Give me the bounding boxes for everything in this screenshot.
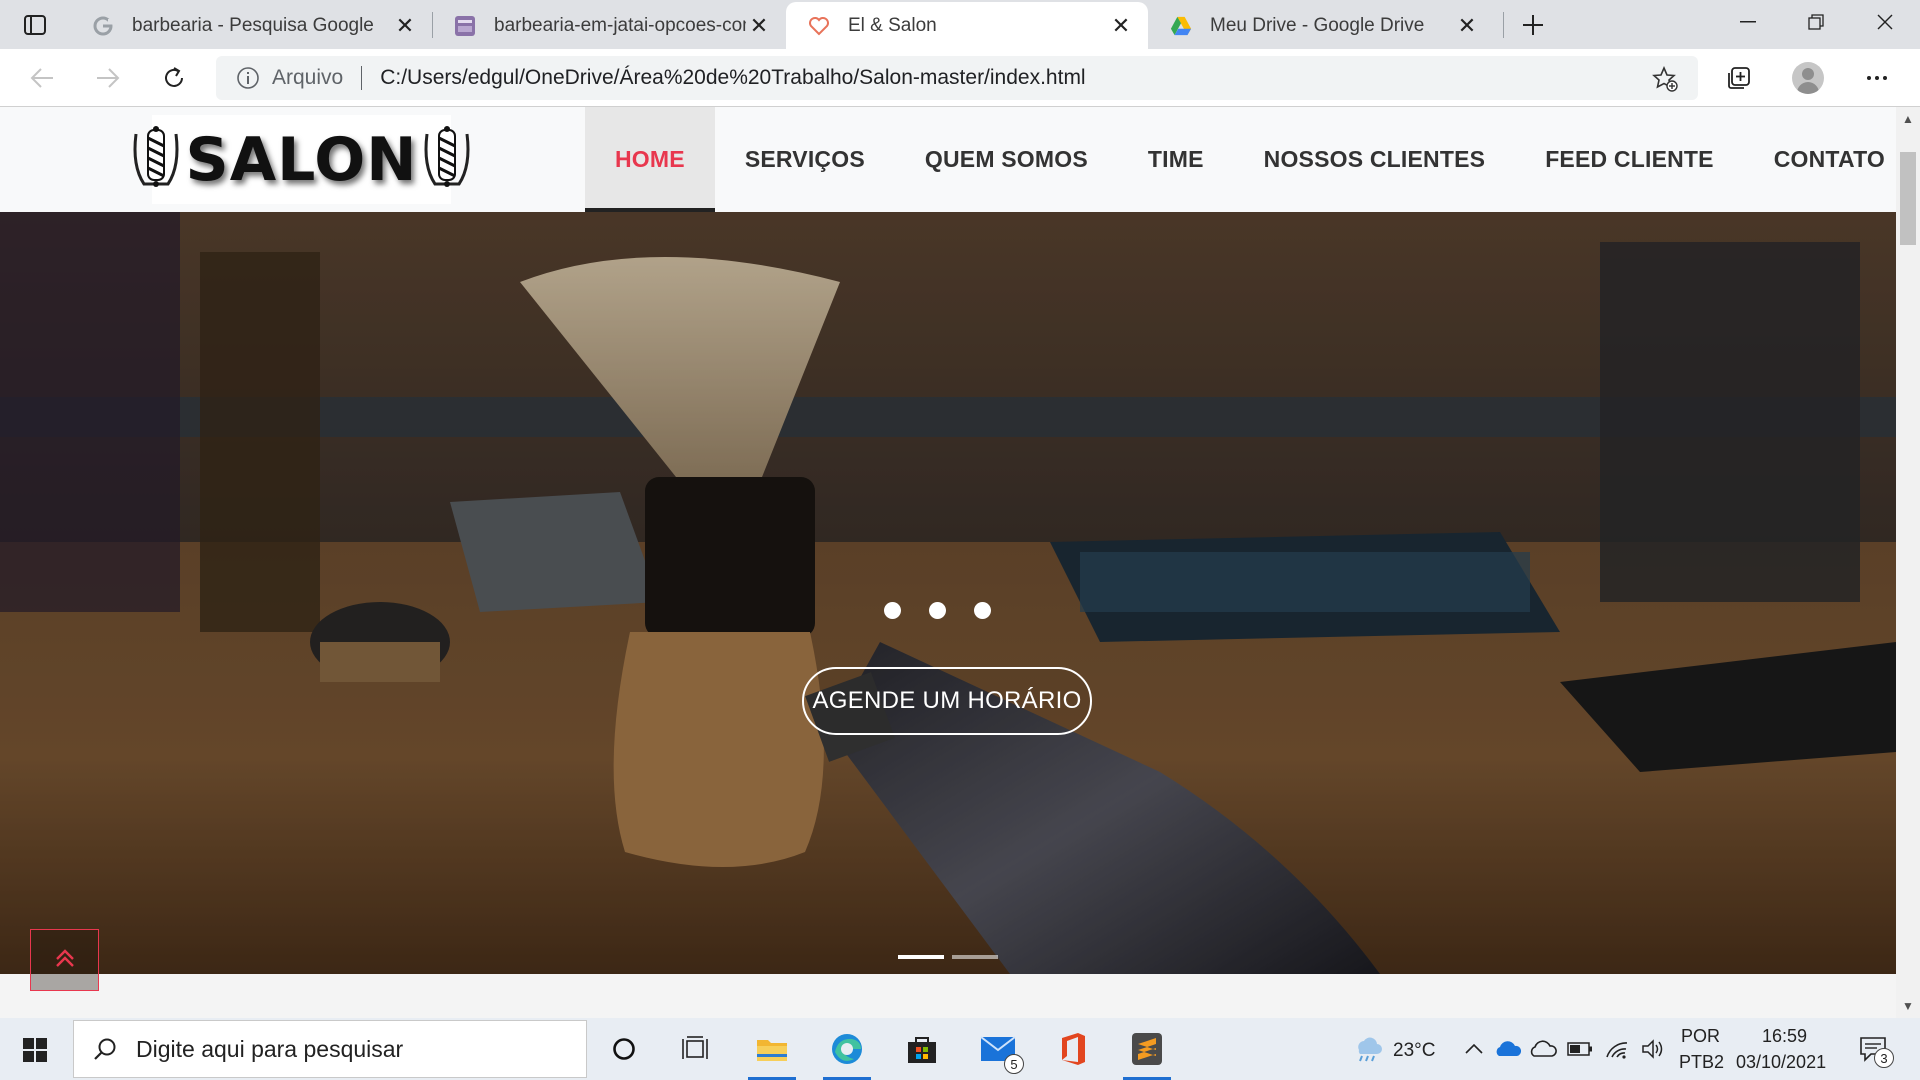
browser-tab-bar: barbearia - Pesquisa Google ✕ barbearia-… [0,0,1920,49]
close-tab-icon[interactable]: ✕ [1108,13,1134,39]
hero-dark-overlay [0,212,1896,974]
keyboard-layout[interactable]: PTB2 [1679,1052,1724,1073]
nav-time[interactable]: TIME [1118,107,1234,212]
notification-count: 3 [1874,1048,1894,1068]
tab-barbearia-site[interactable]: barbearia-em-jatai-opcoes-com- ✕ [432,2,786,49]
file-protocol-label: Arquivo [272,66,344,89]
cloud-outline-icon[interactable] [1529,1036,1557,1062]
more-options-icon[interactable] [1857,58,1897,98]
clock-date[interactable]: 03/10/2021 [1736,1052,1826,1073]
address-bar[interactable]: Arquivo C:/Users/edgul/OneDrive/Área%20d… [216,56,1698,100]
language-indicator[interactable]: POR [1681,1026,1720,1047]
weather-rain-icon[interactable] [1350,1036,1384,1062]
close-tab-icon[interactable]: ✕ [392,13,418,39]
carousel-dot[interactable] [974,602,991,619]
wifi-icon[interactable] [1603,1036,1631,1062]
nav-quem-somos[interactable]: QUEM SOMOS [895,107,1118,212]
info-icon[interactable] [234,64,262,92]
edge-icon[interactable] [817,1024,877,1080]
browser-toolbar: Arquivo C:/Users/edgul/OneDrive/Área%20d… [0,49,1920,107]
tab-google-drive[interactable]: Meu Drive - Google Drive ✕ [1148,2,1494,49]
avatar-icon [1792,62,1824,94]
profile-avatar[interactable] [1788,58,1828,98]
restore-icon[interactable] [1783,0,1849,44]
double-chevron-up-icon [54,948,76,973]
page-scrollbar[interactable]: ▲ ▼ [1896,107,1920,1018]
site-header: SALON HOME SERVIÇOS QUEM SOMOS TIME NOSS… [0,107,1896,212]
close-window-icon[interactable] [1852,0,1918,44]
store-bag-icon[interactable] [892,1024,952,1074]
new-tab-button[interactable] [1516,8,1550,42]
volume-icon[interactable] [1639,1036,1667,1062]
mail-icon[interactable]: 5 [968,1024,1028,1074]
sublime-icon[interactable] [1117,1024,1177,1080]
tab-actions-icon[interactable] [16,10,54,40]
cortana-circle-icon[interactable] [594,1024,654,1074]
nav-feed-cliente[interactable]: FEED CLIENTE [1515,107,1744,212]
add-favorite-icon[interactable] [1650,64,1680,94]
back-to-top-button[interactable] [30,929,99,991]
main-nav: HOME SERVIÇOS QUEM SOMOS TIME NOSSOS CLI… [585,107,1915,212]
office-icon[interactable] [1043,1024,1103,1074]
salon-logo[interactable]: SALON [133,115,470,204]
tab-google-search[interactable]: barbearia - Pesquisa Google ✕ [70,2,432,49]
slide-indicator-2[interactable] [952,955,998,959]
tab-separator [1503,12,1504,38]
task-view-icon[interactable] [665,1024,725,1074]
minimize-icon[interactable] [1715,0,1781,44]
site-favicon-icon [454,15,476,37]
taskbar-search-box[interactable]: Digite aqui para pesquisar [73,1020,587,1078]
book-appointment-button[interactable]: AGENDE UM HORÁRIO [802,667,1092,735]
tab-title: Meu Drive - Google Drive [1210,14,1425,36]
slide-indicators [898,955,998,959]
google-g-icon [92,15,114,37]
carousel-dot[interactable] [929,602,946,619]
address-separator [361,66,363,90]
back-arrow-icon[interactable] [22,58,62,98]
google-drive-icon [1170,15,1192,37]
tab-title: barbearia-em-jatai-opcoes-com- [494,14,746,36]
nav-home[interactable]: HOME [585,107,715,212]
page-viewport: SALON HOME SERVIÇOS QUEM SOMOS TIME NOSS… [0,107,1920,1018]
mail-badge: 5 [1004,1054,1024,1074]
close-tab-icon[interactable]: ✕ [746,13,772,39]
collections-icon[interactable] [1719,58,1759,98]
hero-banner: AGENDE UM HORÁRIO [0,212,1896,974]
reload-icon[interactable] [154,58,194,98]
scroll-up-arrow-icon[interactable]: ▲ [1902,112,1914,126]
logo-text: SALON [185,124,418,195]
search-icon [90,1034,120,1064]
slide-indicator-1[interactable] [898,955,944,959]
barber-pole-icon [130,126,182,193]
nav-nossos-clientes[interactable]: NOSSOS CLIENTES [1234,107,1516,212]
scroll-down-arrow-icon[interactable]: ▼ [1902,999,1914,1013]
scrollbar-thumb[interactable] [1900,152,1916,245]
url-text[interactable]: C:/Users/edgul/OneDrive/Área%20de%20Trab… [380,66,1085,90]
notifications-icon[interactable]: 3 [1856,1036,1894,1068]
nav-servicos[interactable]: SERVIÇOS [715,107,895,212]
onedrive-cloud-icon[interactable] [1494,1036,1522,1062]
clock-time[interactable]: 16:59 [1762,1026,1807,1047]
tab-title: El & Salon [848,14,937,36]
carousel-dot[interactable] [884,602,901,619]
nav-contato[interactable]: CONTATO [1744,107,1915,212]
windows-taskbar: Digite aqui para pesquisar 5 23°C POR PT… [0,1018,1920,1080]
close-tab-icon[interactable]: ✕ [1454,13,1480,39]
barber-pole-icon [421,126,473,193]
carousel-dots [884,602,991,619]
forward-arrow-icon[interactable] [88,58,128,98]
chevron-up-icon[interactable] [1460,1036,1488,1062]
heart-favicon-icon [808,15,830,37]
battery-icon[interactable] [1566,1036,1594,1062]
windows-start-icon[interactable] [12,1030,58,1070]
weather-temp[interactable]: 23°C [1393,1040,1435,1062]
tab-title: barbearia - Pesquisa Google [132,14,374,36]
tab-el-salon[interactable]: El & Salon ✕ [786,2,1148,49]
search-placeholder: Digite aqui para pesquisar [136,1035,404,1062]
folder-icon[interactable] [742,1024,802,1080]
